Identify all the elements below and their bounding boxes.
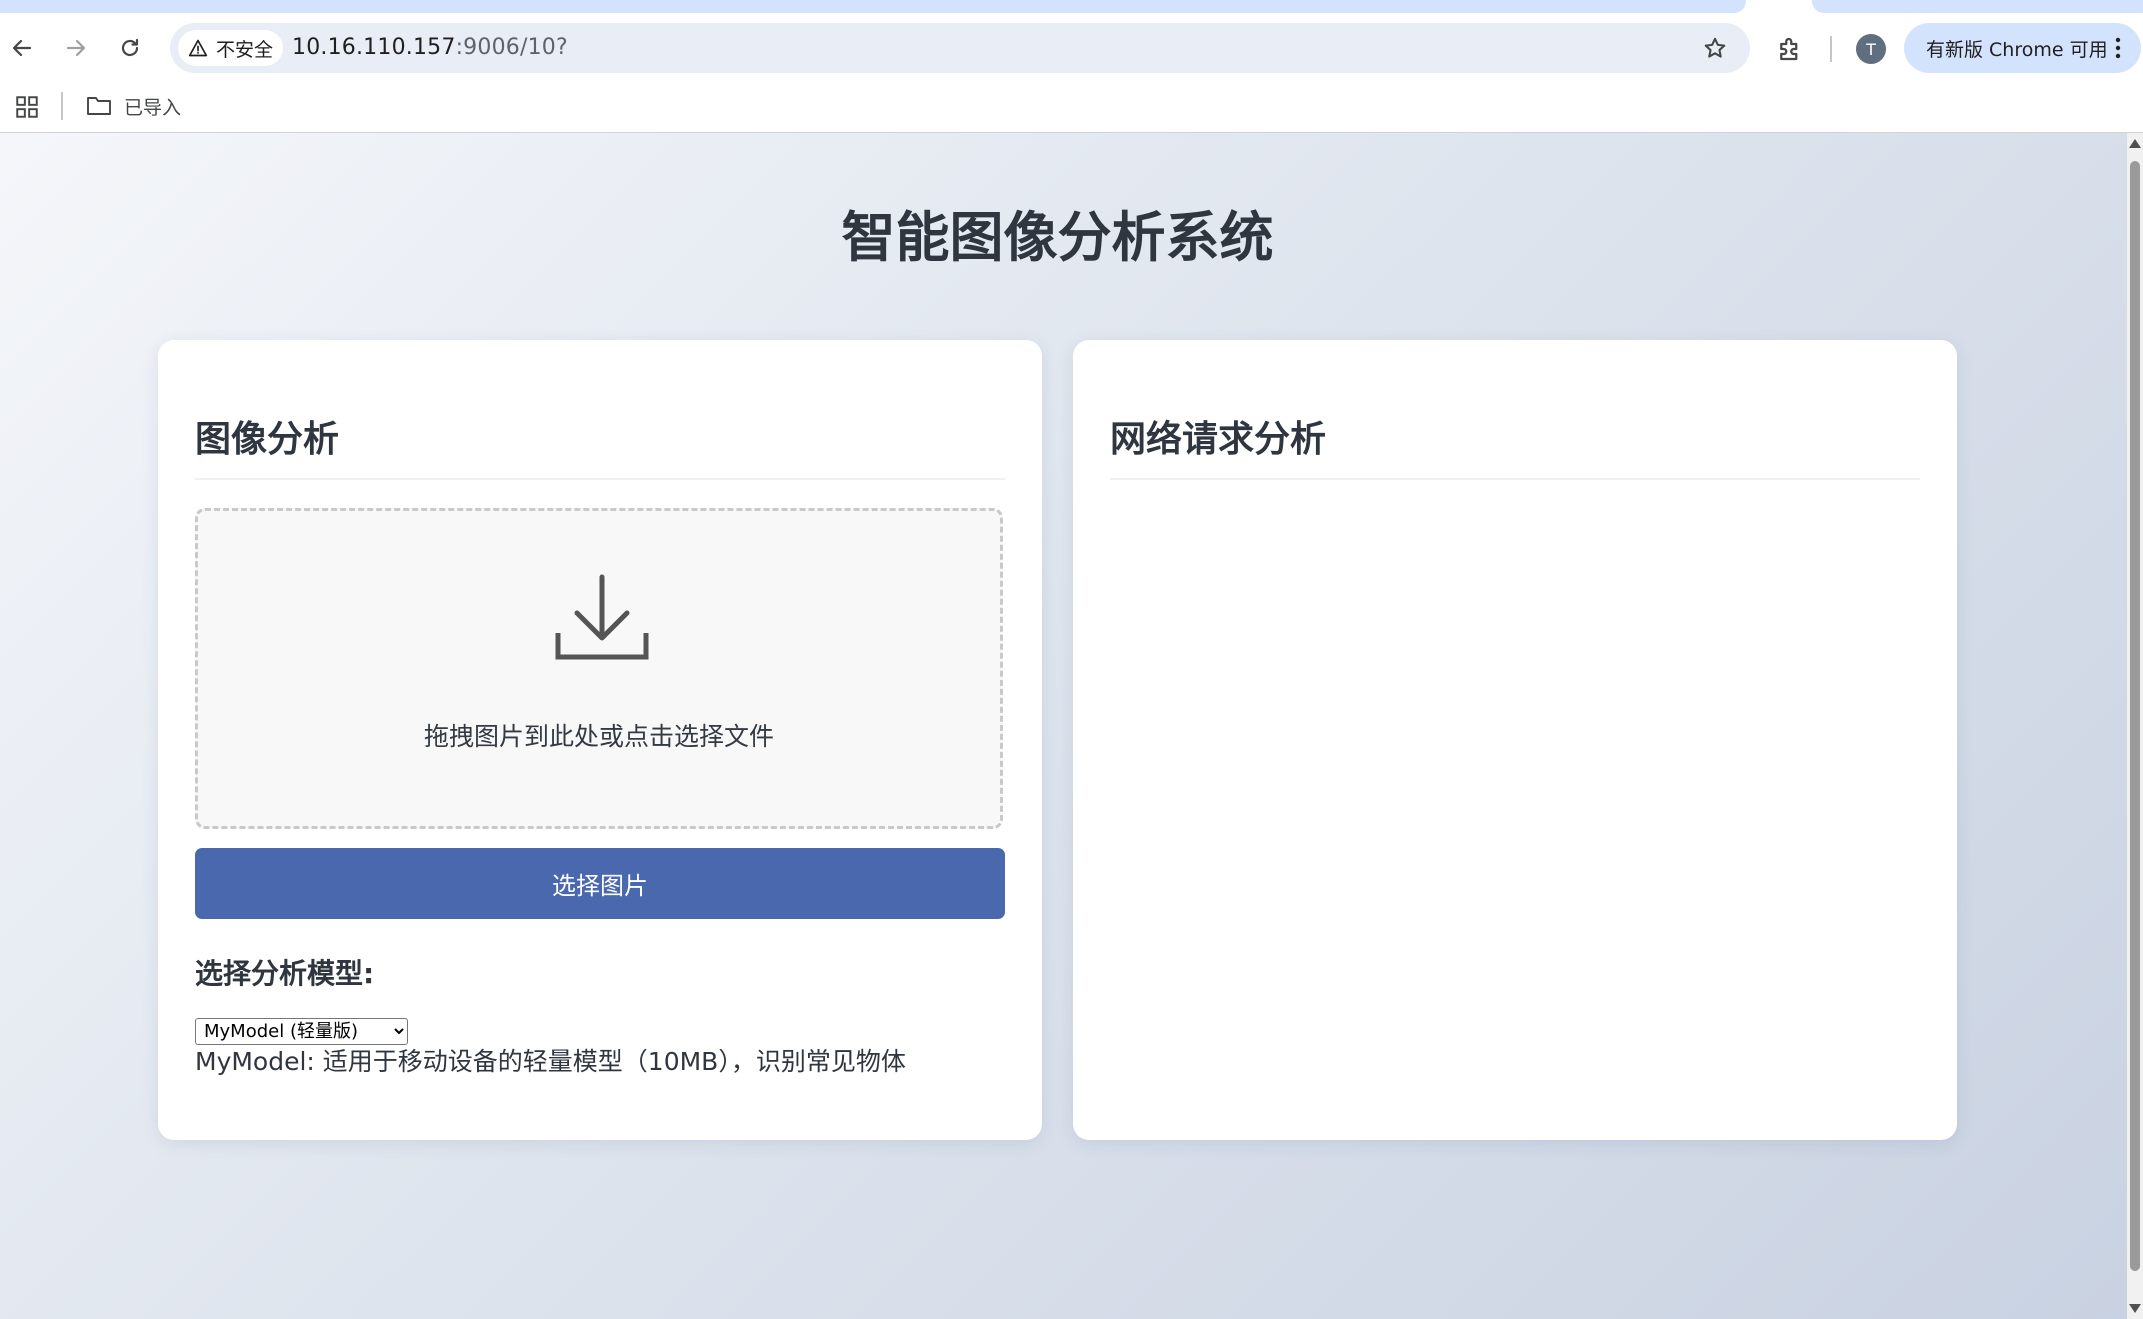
network-analysis-panel: 网络请求分析 <box>1073 340 1957 1140</box>
url-text[interactable]: 10.16.110.157:9006/10? <box>292 23 568 73</box>
arrow-left-icon <box>12 39 32 57</box>
image-analysis-heading: 图像分析 <box>195 410 1005 480</box>
more-menu-icon[interactable] <box>2115 36 2121 60</box>
reload-button[interactable] <box>112 30 148 66</box>
bookmark-folder-imported[interactable]: 已导入 <box>86 90 181 122</box>
address-bar[interactable]: 不安全 10.16.110.157:9006/10? <box>170 23 1750 73</box>
tab-strip <box>0 0 2143 14</box>
page-scrollbar[interactable] <box>2127 133 2143 1319</box>
scroll-up-arrow[interactable] <box>2129 139 2141 148</box>
arrow-right-icon <box>66 39 86 57</box>
chrome-update-button[interactable]: 有新版 Chrome 可用 <box>1904 23 2141 73</box>
url-host: 10.16.110.157 <box>292 35 456 60</box>
url-path: :9006/10? <box>455 35 568 60</box>
back-button[interactable] <box>4 30 40 66</box>
model-select[interactable]: MyModel (轻量版) <box>195 1018 408 1045</box>
warning-icon <box>188 39 208 57</box>
apps-grid-icon[interactable] <box>14 94 40 120</box>
folder-icon <box>87 97 111 115</box>
model-select-label: 选择分析模型: <box>195 957 375 990</box>
image-analysis-panel: 图像分析 拖拽图片到此处或点击选择文件 选择图片 选择分析模型: MyModel… <box>158 340 1042 1140</box>
network-analysis-heading: 网络请求分析 <box>1110 410 1920 480</box>
choose-image-button[interactable]: 选择图片 <box>195 848 1005 919</box>
bookmarks-divider <box>61 92 63 120</box>
security-label: 不安全 <box>216 38 274 61</box>
profile-avatar[interactable]: T <box>1856 34 1886 64</box>
reload-icon <box>121 38 139 57</box>
scroll-down-arrow[interactable] <box>2129 1304 2141 1313</box>
bookmarks-bar: 已导入 <box>0 82 2143 133</box>
image-dropzone[interactable]: 拖拽图片到此处或点击选择文件 <box>195 508 1003 829</box>
active-tab-bar[interactable] <box>0 0 1746 13</box>
scrollbar-thumb[interactable] <box>2130 161 2140 1271</box>
model-description: MyModel: 适用于移动设备的轻量模型（10MB），识别常见物体 <box>195 1047 906 1076</box>
tab-bar-right[interactable] <box>1812 0 2143 13</box>
page-title: 智能图像分析系统 <box>841 206 1274 269</box>
forward-button[interactable] <box>58 30 94 66</box>
bookmark-folder-label: 已导入 <box>124 96 182 119</box>
star-icon[interactable] <box>1702 35 1728 61</box>
dropzone-hint: 拖拽图片到此处或点击选择文件 <box>423 722 774 751</box>
page-viewport: 智能图像分析系统 图像分析 拖拽图片到此处或点击选择文件 选择图片 选择分析模型… <box>0 133 2127 1319</box>
extensions-icon[interactable] <box>1775 34 1805 64</box>
update-label: 有新版 Chrome 可用 <box>1926 38 2108 61</box>
download-icon <box>555 574 649 660</box>
toolbar-divider <box>1830 36 1832 62</box>
browser-toolbar: 不安全 10.16.110.157:9006/10? T 有新版 Chrome … <box>0 14 2143 82</box>
